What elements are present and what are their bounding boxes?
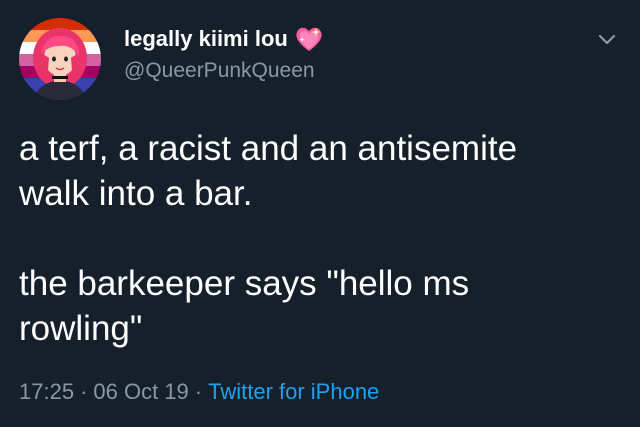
tweet-date[interactable]: 06 Oct 19 <box>93 379 188 405</box>
source-link[interactable]: Twitter for iPhone <box>208 379 379 405</box>
author-name-row: legally kiimi lou <box>124 22 324 56</box>
tweet-card: legally kiimi lou @QueerPunkQueen a terf… <box>0 0 640 427</box>
tweet-text: a terf, a racist and an antisemite walk … <box>19 129 518 348</box>
display-name[interactable]: legally kiimi lou <box>124 26 288 52</box>
separator: · <box>194 379 203 404</box>
avatar[interactable] <box>19 18 101 100</box>
separator: · <box>80 379 88 404</box>
tweet-meta: 17:25 · 06 Oct 19 · Twitter for iPhone <box>19 379 379 405</box>
user-handle[interactable]: @QueerPunkQueen <box>124 59 315 83</box>
sparkling-heart-icon <box>294 25 324 53</box>
avatar-image <box>19 18 101 100</box>
chevron-down-icon[interactable] <box>592 28 622 52</box>
tweet-time[interactable]: 17:25 <box>19 379 74 405</box>
